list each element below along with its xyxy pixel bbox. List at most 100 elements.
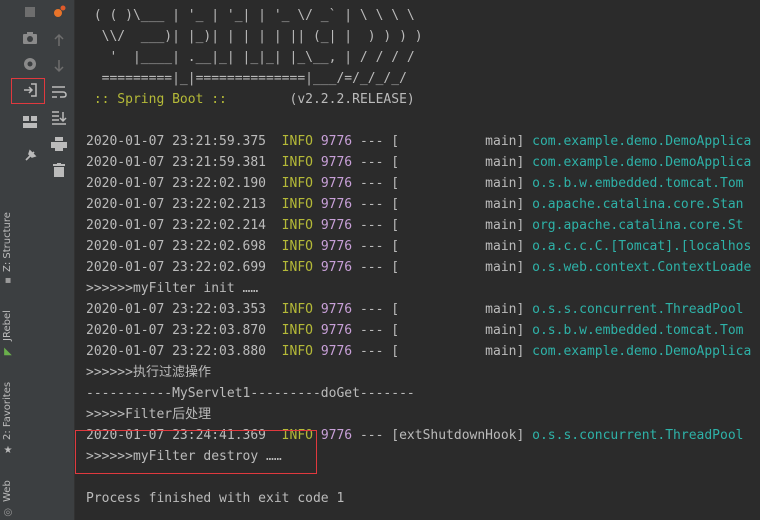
- log-thread: [ main]: [391, 344, 525, 359]
- screenshot-button[interactable]: [20, 28, 40, 48]
- scroll-to-end-button[interactable]: [49, 108, 69, 128]
- structure-icon: ▪: [4, 275, 12, 286]
- output-line: -----------MyServlet1---------doGet-----…: [86, 386, 415, 401]
- highlight-box-toolbar: [11, 78, 45, 104]
- log-logger[interactable]: o.s.web.context.ContextLoade: [532, 260, 751, 275]
- log-line: 2020-01-07 23:22:03.870 INFO 9776 --- [ …: [86, 320, 743, 341]
- log-level: INFO: [281, 302, 313, 317]
- log-level: INFO: [281, 239, 313, 254]
- log-level: INFO: [281, 155, 313, 170]
- log-thread: [ main]: [391, 197, 525, 212]
- print-button[interactable]: [49, 134, 69, 154]
- log-line: 2020-01-07 23:22:02.214 INFO 9776 --- [ …: [86, 215, 743, 236]
- camera-icon: [23, 32, 37, 44]
- arrow-down-icon: [54, 60, 64, 73]
- log-pid: 9776: [320, 134, 353, 149]
- structure-tab[interactable]: Z: Structure ▪: [0, 208, 16, 288]
- log-line: 2020-01-07 23:22:02.699 INFO 9776 --- [ …: [86, 257, 751, 278]
- log-separator: ---: [359, 176, 384, 191]
- stop-button[interactable]: [20, 2, 40, 22]
- log-level: INFO: [281, 218, 313, 233]
- soft-wrap-button[interactable]: [49, 82, 69, 102]
- log-thread: [ main]: [391, 218, 525, 233]
- log-pid: 9776: [320, 218, 353, 233]
- banner-line: ' |____| .__|_| |_|_| |_\__, | / / / /: [86, 50, 415, 65]
- web-tab-label: Web: [2, 480, 13, 502]
- rerun-icon: [54, 5, 66, 17]
- log-logger[interactable]: com.example.demo.DemoApplica: [532, 344, 751, 359]
- web-tab[interactable]: Web ◎: [0, 472, 16, 520]
- log-separator: ---: [359, 239, 384, 254]
- log-pid: 9776: [320, 428, 353, 443]
- log-logger[interactable]: com.example.demo.DemoApplica: [532, 155, 751, 170]
- log-timestamp: 2020-01-07 23:22:03.880: [86, 344, 267, 359]
- log-level: INFO: [281, 323, 313, 338]
- log-timestamp: 2020-01-07 23:22:02.699: [86, 260, 267, 275]
- log-logger[interactable]: o.s.b.w.embedded.tomcat.Tom: [532, 176, 743, 191]
- log-separator: ---: [359, 134, 384, 149]
- log-logger[interactable]: o.s.s.concurrent.ThreadPool: [532, 302, 743, 317]
- down-button[interactable]: [49, 56, 69, 76]
- web-icon: ◎: [3, 507, 13, 518]
- clear-button[interactable]: [49, 160, 69, 180]
- pin-icon: [25, 149, 37, 161]
- structure-tab-label: Z: Structure: [2, 212, 13, 272]
- log-pid: 9776: [320, 239, 353, 254]
- spring-boot-label: :: Spring Boot ::: [86, 92, 235, 107]
- log-logger[interactable]: o.a.c.c.C.[Tomcat].[localhos: [532, 239, 751, 254]
- log-level: INFO: [281, 260, 313, 275]
- log-timestamp: 2020-01-07 23:22:02.698: [86, 239, 267, 254]
- log-pid: 9776: [320, 323, 353, 338]
- log-thread: [ main]: [391, 323, 525, 338]
- layout-button[interactable]: [20, 112, 40, 132]
- favorites-tab[interactable]: 2: Favorites ★: [0, 378, 16, 460]
- pin-button[interactable]: [20, 146, 40, 166]
- log-pid: 9776: [320, 344, 353, 359]
- stop-icon: [25, 7, 35, 17]
- jrebel-tab[interactable]: JRebel ◣: [0, 305, 16, 365]
- log-line: 2020-01-07 23:22:02.190 INFO 9776 --- [ …: [86, 173, 743, 194]
- log-thread: [ main]: [391, 176, 525, 191]
- printer-icon: [51, 137, 67, 151]
- banner-line: \\/ ___)| |_)| | | | | || (_| | ) ) ) ): [86, 29, 423, 44]
- log-level: INFO: [281, 197, 313, 212]
- output-line: >>>>>>myFilter init ……: [86, 281, 259, 296]
- log-pid: 9776: [320, 155, 353, 170]
- log-separator: ---: [359, 344, 384, 359]
- console-output[interactable]: ( ( )\___ | '_ | '_| | '_ \/ _` | \ \ \ …: [75, 0, 760, 520]
- highlight-box-destroy: [75, 430, 317, 474]
- up-button[interactable]: [49, 30, 69, 50]
- log-timestamp: 2020-01-07 23:22:02.213: [86, 197, 267, 212]
- star-icon: ★: [3, 445, 13, 456]
- layout-icon: [23, 116, 37, 128]
- log-level: INFO: [281, 176, 313, 191]
- log-pid: 9776: [320, 302, 353, 317]
- spring-boot-version: (v2.2.2.RELEASE): [234, 92, 415, 107]
- spring-boot-version-line: :: Spring Boot :: (v2.2.2.RELEASE): [86, 89, 415, 110]
- log-timestamp: 2020-01-07 23:22:02.190: [86, 176, 267, 191]
- log-logger[interactable]: com.example.demo.DemoApplica: [532, 134, 751, 149]
- settings-button[interactable]: [20, 54, 40, 74]
- log-thread: [extShutdownHook]: [391, 428, 525, 443]
- log-logger[interactable]: o.s.b.w.embedded.tomcat.Tom: [532, 323, 743, 338]
- log-logger[interactable]: o.apache.catalina.core.Stan: [532, 197, 743, 212]
- console-toolbar: [11, 0, 75, 520]
- log-separator: ---: [359, 323, 384, 338]
- log-logger[interactable]: org.apache.catalina.core.St: [532, 218, 743, 233]
- log-line: 2020-01-07 23:22:03.880 INFO 9776 --- [ …: [86, 341, 751, 362]
- jrebel-tab-label: JRebel: [2, 310, 13, 341]
- log-thread: [ main]: [391, 302, 525, 317]
- log-timestamp: 2020-01-07 23:21:59.381: [86, 155, 267, 170]
- log-line: 2020-01-07 23:22:03.353 INFO 9776 --- [ …: [86, 299, 743, 320]
- rerun-button[interactable]: [49, 2, 69, 22]
- output-line: >>>>>>执行过滤操作: [86, 365, 211, 380]
- gear-icon: [24, 58, 36, 70]
- log-separator: ---: [359, 155, 384, 170]
- favorites-tab-label: 2: Favorites: [2, 381, 13, 440]
- log-logger[interactable]: o.s.s.concurrent.ThreadPool: [532, 428, 743, 443]
- output-line: >>>>>Filter后处理: [86, 407, 212, 422]
- log-separator: ---: [359, 428, 384, 443]
- wrap-icon: [52, 86, 67, 98]
- log-thread: [ main]: [391, 155, 525, 170]
- log-thread: [ main]: [391, 239, 525, 254]
